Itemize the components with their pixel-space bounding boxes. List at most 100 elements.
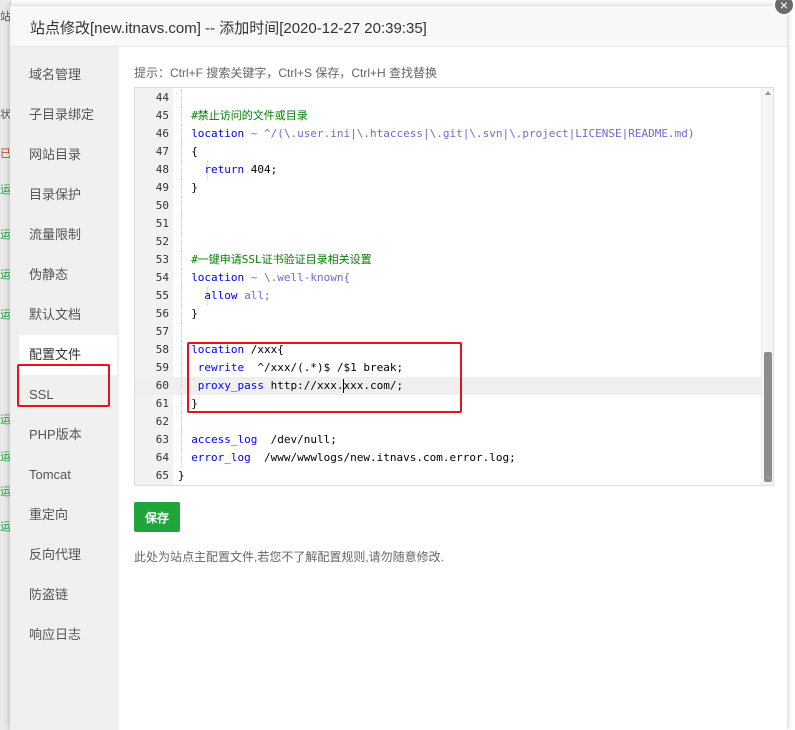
- code-line[interactable]: 60 proxy_pass http://xxx.xxx.com/;: [135, 377, 763, 395]
- indent-guide: [181, 233, 183, 251]
- line-number: 56: [155, 307, 169, 320]
- indent-guide: [181, 269, 183, 287]
- sidebar-item-5[interactable]: 流量限制: [19, 215, 117, 255]
- indent-guide: [181, 395, 183, 413]
- indent-guide: [181, 197, 183, 215]
- sidebar-item-10[interactable]: PHP版本: [19, 415, 117, 455]
- code-line[interactable]: 65}: [135, 467, 763, 485]
- dialog-title: 站点修改[new.itnavs.com] -- 添加时间[2020-12-27 …: [30, 20, 427, 37]
- indent-guide: [181, 107, 183, 125]
- code-text: return 404;: [204, 163, 278, 176]
- code-text: }: [191, 307, 198, 320]
- scroll-up-arrow-icon[interactable]: [765, 91, 771, 95]
- line-number: 61: [155, 397, 169, 410]
- code-line[interactable]: 44: [135, 89, 763, 107]
- line-number: 47: [155, 145, 169, 158]
- text-cursor: [343, 379, 344, 393]
- indent-guide: [181, 305, 183, 323]
- sidebar-item-2[interactable]: 子目录绑定: [19, 95, 117, 135]
- indent-guide: [181, 359, 183, 377]
- code-text: rewrite ^/xxx/(.*)$ /$1 break;: [197, 361, 404, 374]
- code-line[interactable]: 50: [135, 197, 763, 215]
- code-editor[interactable]: 44 45 #禁止访问的文件或目录 46 location ~ ^/(\.user.in…: [134, 87, 774, 486]
- line-number: 48: [155, 163, 169, 176]
- sidebar-item-1[interactable]: 域名管理: [19, 55, 117, 95]
- code-line[interactable]: 45 #禁止访问的文件或目录: [135, 107, 763, 125]
- close-icon[interactable]: ×: [773, 0, 795, 16]
- line-number: 59: [155, 361, 169, 374]
- indent-guide: [181, 377, 183, 395]
- indent-guide: [181, 431, 183, 449]
- code-line[interactable]: 46 location ~ ^/(\.user.ini|\.htaccess|\.…: [135, 125, 763, 143]
- code-line[interactable]: 48 return 404;: [135, 161, 763, 179]
- indent-guide: [181, 143, 183, 161]
- line-number: 54: [155, 271, 169, 284]
- background-mark: 站: [0, 11, 10, 23]
- code-line[interactable]: 49}: [135, 179, 763, 197]
- scroll-down-arrow-icon[interactable]: [765, 476, 771, 480]
- code-line[interactable]: 47 {: [135, 143, 763, 161]
- code-text: }: [178, 469, 185, 482]
- background-mark: 运: [0, 486, 10, 498]
- sidebar-item-15[interactable]: 响应日志: [19, 615, 117, 655]
- line-number: 55: [155, 289, 169, 302]
- line-number: 52: [155, 235, 169, 248]
- line-number: 53: [155, 253, 169, 266]
- indent-guide: [181, 449, 183, 467]
- indent-guide: [181, 179, 183, 197]
- code-line[interactable]: 62: [135, 413, 763, 431]
- background-mark: 运: [0, 414, 10, 426]
- background-mark: 运: [0, 451, 10, 463]
- code-text: #一键申请SSL证书验证目录相关设置: [191, 253, 372, 266]
- sidebar-item-11[interactable]: Tomcat: [19, 455, 117, 495]
- sidebar-item-8[interactable]: 配置文件: [19, 335, 117, 375]
- code-line[interactable]: 64 error_log /www/wwwlogs/new.itnavs.com.…: [135, 449, 763, 467]
- line-number: 49: [155, 181, 169, 194]
- code-line[interactable]: 54 location ~ \.well-known{: [135, 269, 763, 287]
- code-line[interactable]: 61}: [135, 395, 763, 413]
- editor-scrollbar[interactable]: [761, 88, 773, 485]
- code-line[interactable]: 51: [135, 215, 763, 233]
- indent-guide: [181, 251, 183, 269]
- code-line[interactable]: 52: [135, 233, 763, 251]
- code-text: }: [191, 397, 198, 410]
- sidebar-item-13[interactable]: 反向代理: [19, 535, 117, 575]
- code-text: access_log /dev/null;: [191, 433, 337, 446]
- sidebar-item-4[interactable]: 目录保护: [19, 175, 117, 215]
- code-text: error_log /www/wwwlogs/new.itnavs.com.er…: [191, 451, 516, 464]
- background-mark: 状: [0, 109, 10, 121]
- code-text: }: [191, 181, 198, 194]
- code-text: {: [191, 145, 198, 158]
- sidebar-item-6[interactable]: 伪静态: [19, 255, 117, 295]
- line-number: 63: [155, 433, 169, 446]
- line-number: 62: [155, 415, 169, 428]
- indent-guide: [181, 323, 183, 341]
- line-number: 65: [155, 469, 169, 482]
- save-button[interactable]: 保存: [134, 502, 180, 532]
- code-line[interactable]: 63 access_log /dev/null;: [135, 431, 763, 449]
- sidebar-item-12[interactable]: 重定向: [19, 495, 117, 535]
- code-line[interactable]: 59 rewrite ^/xxx/(.*)$ /$1 break;: [135, 359, 763, 377]
- code-line[interactable]: 57: [135, 323, 763, 341]
- code-line[interactable]: 55 allow all;: [135, 287, 763, 305]
- sidebar-item-7[interactable]: 默认文档: [19, 295, 117, 335]
- line-number: 57: [155, 325, 169, 338]
- sidebar-item-3[interactable]: 网站目录: [19, 135, 117, 175]
- background-mark: 运: [0, 184, 10, 196]
- sidebar-item-9[interactable]: SSL: [19, 375, 117, 415]
- background-mark: 运: [0, 521, 10, 533]
- code-line[interactable]: 58 location /xxx{: [135, 341, 763, 359]
- indent-guide: [181, 287, 183, 305]
- code-text: location ~ \.well-known{: [191, 271, 351, 284]
- sidebar-item-14[interactable]: 防盗链: [19, 575, 117, 615]
- line-number: 64: [155, 451, 169, 464]
- code-line[interactable]: 53 #一键申请SSL证书验证目录相关设置: [135, 251, 763, 269]
- code-text: location ~ ^/(\.user.ini|\.htaccess|\.gi…: [191, 127, 695, 140]
- scrollbar-thumb[interactable]: [764, 352, 772, 482]
- background-mark: 已: [0, 148, 10, 160]
- line-number: 51: [155, 217, 169, 230]
- settings-sidebar: 域名管理 子目录绑定 网站目录 目录保护 流量限制 伪静态 默认文档 配置文件 SSL PHP版本…: [10, 47, 119, 730]
- line-number: 44: [155, 91, 169, 104]
- code-line[interactable]: 56}: [135, 305, 763, 323]
- line-number: 60: [155, 379, 169, 392]
